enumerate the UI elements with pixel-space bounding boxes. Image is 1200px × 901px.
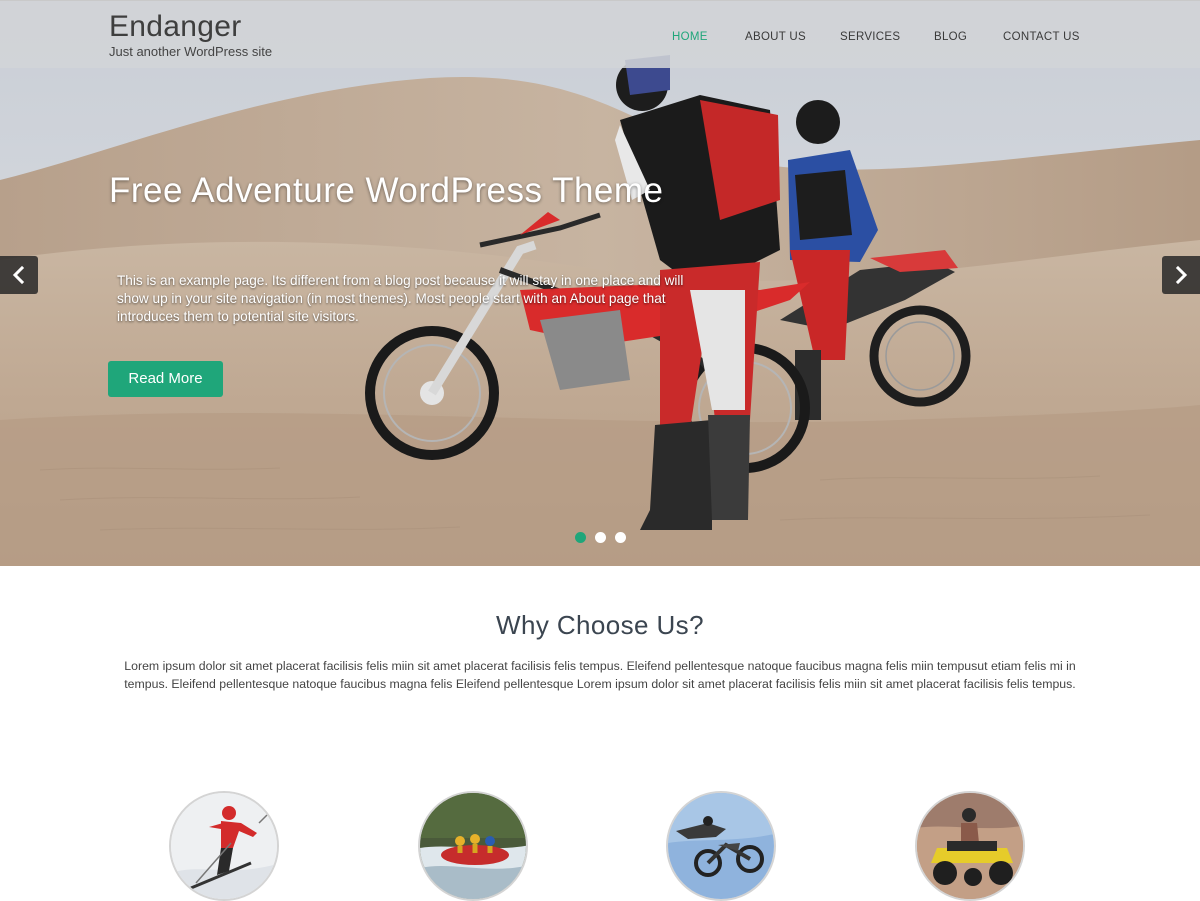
section-description: Lorem ipsum dolor sit amet placerat faci… [124, 659, 1076, 691]
feature-atv-rider-image[interactable] [915, 791, 1025, 901]
slide-title: Free Adventure WordPress Theme [109, 171, 664, 210]
slider-dot-1[interactable] [575, 532, 586, 543]
site-tagline: Just another WordPress site [109, 44, 273, 59]
nav-item-contact-us[interactable]: CONTACT US [1003, 29, 1080, 45]
nav-item-blog[interactable]: BLOG [934, 29, 967, 45]
slide-description: This is an example page. Its different f… [117, 273, 684, 324]
nav-item-services[interactable]: SERVICES [840, 29, 900, 45]
chevron-right-icon [1175, 265, 1188, 285]
nav-item-home[interactable]: HOME [672, 29, 708, 45]
feature-rafting-image[interactable] [418, 791, 528, 901]
chevron-left-icon [12, 265, 25, 285]
site-header: Endanger Just another WordPress site HOM… [0, 0, 1200, 68]
section-title: Why Choose Us? [496, 610, 704, 640]
nav-item-about-us[interactable]: ABOUT US [745, 29, 806, 45]
hero-slider: Endanger Just another WordPress site HOM… [0, 0, 1200, 566]
feature-skiing-image[interactable] [169, 791, 279, 901]
slider-dot-3[interactable] [615, 532, 626, 543]
slider-pagination [575, 532, 627, 544]
slider-dot-2[interactable] [595, 532, 606, 543]
slider-prev-button[interactable] [0, 256, 38, 294]
feature-motocross-jump-image[interactable] [666, 791, 776, 901]
slider-next-button[interactable] [1162, 256, 1200, 294]
main-navigation: HOME ABOUT US SERVICES BLOG CONTACT US [0, 29, 1200, 45]
read-more-button[interactable]: Read More [108, 361, 223, 397]
